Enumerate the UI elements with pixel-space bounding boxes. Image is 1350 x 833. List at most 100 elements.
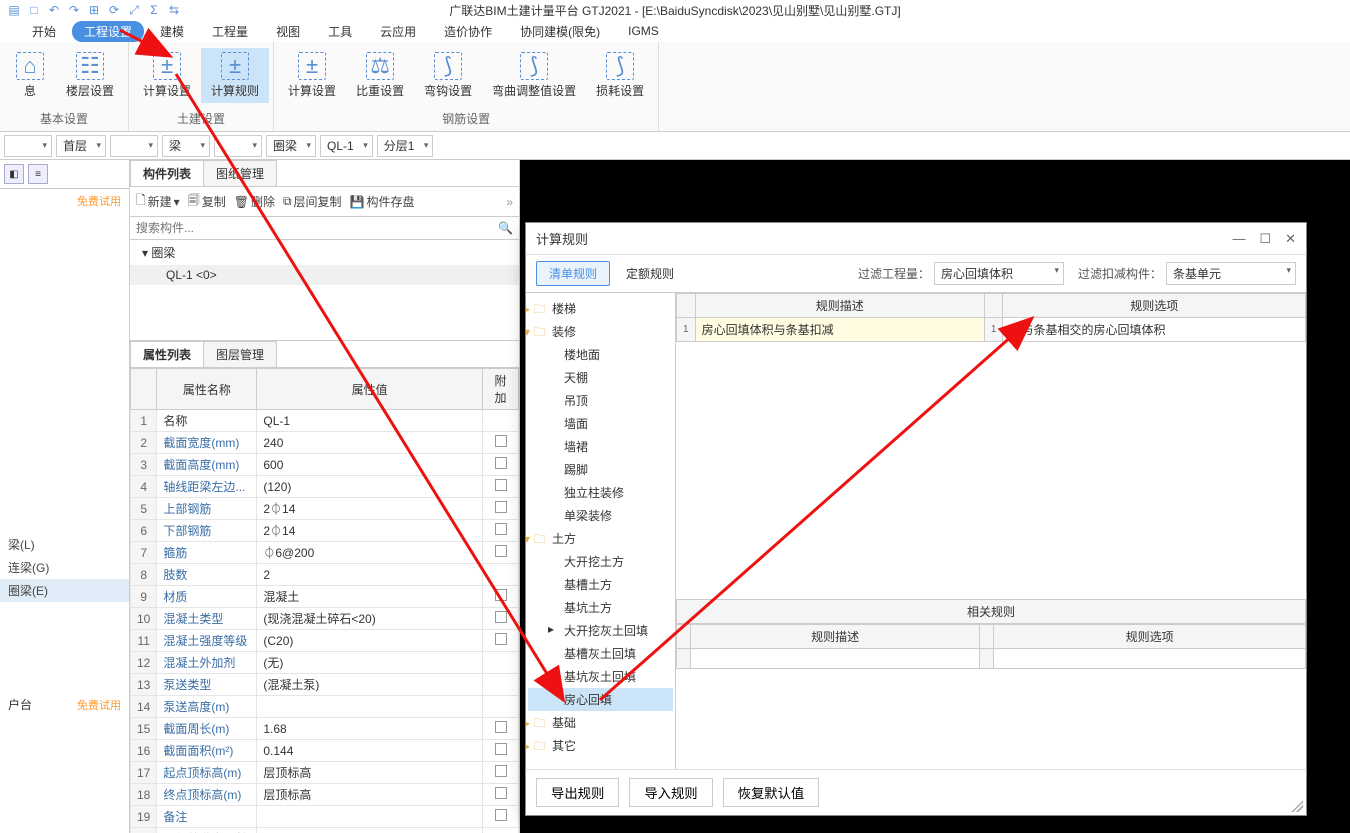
menu-建模[interactable]: 建模 (148, 21, 196, 42)
ribbon-计算规则[interactable]: ±计算规则 (201, 48, 269, 103)
side-category[interactable]: 连梁(G) (0, 556, 129, 579)
checkbox[interactable] (495, 435, 507, 447)
ribbon-比重设置[interactable]: ⚖比重设置 (346, 48, 414, 103)
deduct-select[interactable]: 条基单元 (1166, 262, 1296, 285)
qat-icon[interactable]: ⤢ (126, 2, 142, 18)
tree-item[interactable]: 房心回填 (528, 688, 673, 711)
qat-icon[interactable]: □ (26, 2, 42, 18)
checkbox[interactable] (495, 589, 507, 601)
minimize-icon[interactable]: — (1232, 231, 1245, 247)
property-row[interactable]: 6下部钢筋2⏀14 (131, 520, 519, 542)
menu-视图[interactable]: 视图 (264, 21, 312, 42)
tree-item[interactable]: 墙面 (528, 412, 673, 435)
selector[interactable]: 分层1 (377, 135, 434, 157)
restore-default-button[interactable]: 恢复默认值 (723, 778, 820, 807)
store-button[interactable]: 💾 构件存盘 (350, 193, 415, 210)
qat-icon[interactable]: ▤ (6, 2, 22, 18)
property-row[interactable]: 16截面面积(m²)0.144 (131, 740, 519, 762)
menu-工程设置[interactable]: 工程设置 (72, 21, 144, 42)
property-row[interactable]: 4轴线距梁左边...(120) (131, 476, 519, 498)
tree-item[interactable]: 踢脚 (528, 458, 673, 481)
rule-row[interactable]: 1 房心回填体积与条基扣减 1 扣与条基相交的房心回填体积 (677, 318, 1306, 342)
ribbon-弯钩设置[interactable]: ⟆弯钩设置 (414, 48, 482, 103)
ribbon-息[interactable]: ⌂息 (4, 48, 56, 103)
selector[interactable]: 圈梁 (266, 135, 316, 157)
search-icon[interactable]: 🔍 (498, 221, 513, 235)
menu-协同建模(限免)[interactable]: 协同建模(限免) (508, 21, 612, 42)
new-button[interactable]: 🗋 新建 ▾ (136, 191, 180, 212)
search-input[interactable] (136, 221, 498, 235)
property-row[interactable]: 11混凝土强度等级(C20) (131, 630, 519, 652)
ribbon-计算设置[interactable]: ±计算设置 (133, 48, 201, 103)
tree-item[interactable]: 吊顶 (528, 389, 673, 412)
tree-item[interactable]: 装修 (528, 320, 673, 343)
checkbox[interactable] (495, 743, 507, 755)
checkbox[interactable] (495, 611, 507, 623)
tree-item[interactable]: 楼地面 (528, 343, 673, 366)
tree-item[interactable]: 基础 (528, 711, 673, 734)
qat-icon[interactable]: ↷ (66, 2, 82, 18)
side-item[interactable]: 户台 免费试用 (0, 692, 129, 717)
side-tab-icon[interactable]: ◧ (4, 164, 24, 184)
tree-item[interactable]: ▸大开挖灰土回填 (528, 619, 673, 642)
side-item[interactable]: 免费试用 (0, 189, 129, 213)
tab-list-rules[interactable]: 清单规则 (536, 261, 610, 286)
tab-property-list[interactable]: 属性列表 (130, 341, 204, 367)
property-row[interactable]: 17起点顶标高(m)层顶标高 (131, 762, 519, 784)
resize-grip[interactable] (1291, 800, 1303, 812)
qat-icon[interactable]: ↶ (46, 2, 62, 18)
ribbon-损耗设置[interactable]: ⟆损耗设置 (586, 48, 654, 103)
qat-icon[interactable]: ⊞ (86, 2, 102, 18)
qat-icon[interactable]: ⇆ (166, 2, 182, 18)
selector[interactable]: 首层 (56, 135, 106, 157)
tree-item[interactable]: 基槽灰土回填 (528, 642, 673, 665)
checkbox[interactable] (495, 721, 507, 733)
export-rule-button[interactable]: 导出规则 (536, 778, 619, 807)
property-row[interactable]: 9材质混凝土 (131, 586, 519, 608)
checkbox[interactable] (495, 787, 507, 799)
maximize-icon[interactable]: ☐ (1259, 231, 1271, 247)
selector[interactable]: QL-1 (320, 135, 373, 157)
tree-item[interactable]: 独立柱装修 (528, 481, 673, 504)
tree-parent[interactable]: ▾ 圈梁 (130, 240, 519, 265)
property-row[interactable]: 1名称QL-1 (131, 410, 519, 432)
tree-item[interactable]: 大开挖土方 (528, 550, 673, 573)
tree-item[interactable]: 天棚 (528, 366, 673, 389)
tab-drawing-manage[interactable]: 图纸管理 (203, 160, 277, 186)
qat-icon[interactable]: Σ (146, 2, 162, 18)
property-row[interactable]: 10混凝土类型(现浇混凝土碎石<20) (131, 608, 519, 630)
checkbox[interactable] (495, 523, 507, 535)
property-row[interactable]: 18终点顶标高(m)层顶标高 (131, 784, 519, 806)
property-row[interactable]: 5上部钢筋2⏀14 (131, 498, 519, 520)
selector[interactable] (4, 135, 52, 157)
property-row[interactable]: 20+钢筋业务属性 (131, 828, 519, 833)
tree-item[interactable]: 墙裙 (528, 435, 673, 458)
tree-item[interactable]: 基槽土方 (528, 573, 673, 596)
tree-item[interactable]: 基坑灰土回填 (528, 665, 673, 688)
property-row[interactable]: 15截面周长(m)1.68 (131, 718, 519, 740)
property-row[interactable]: 7箍筋⏀6@200 (131, 542, 519, 564)
tree-item[interactable]: 土方 (528, 527, 673, 550)
menu-IGMS[interactable]: IGMS (616, 22, 671, 40)
tree-child[interactable]: QL-1 <0> (130, 265, 519, 285)
property-row[interactable]: 13泵送类型(混凝土泵) (131, 674, 519, 696)
selector[interactable] (214, 135, 262, 157)
delete-button[interactable]: 🗑 删除 (234, 193, 275, 210)
ribbon-弯曲调整值设置[interactable]: ⟆弯曲调整值设置 (482, 48, 586, 103)
property-row[interactable]: 2截面宽度(mm)240 (131, 432, 519, 454)
checkbox[interactable] (495, 479, 507, 491)
tree-item[interactable]: 单梁装修 (528, 504, 673, 527)
tab-layer-manage[interactable]: 图层管理 (203, 341, 277, 367)
menu-造价协作[interactable]: 造价协作 (432, 21, 504, 42)
tree-item[interactable]: 基坑土方 (528, 596, 673, 619)
checkbox[interactable] (495, 765, 507, 777)
side-tab-icon[interactable]: ≡ (28, 164, 48, 184)
property-row[interactable]: 8肢数2 (131, 564, 519, 586)
layer-copy-button[interactable]: ⧉ 层间复制 (283, 193, 342, 210)
side-category[interactable]: 圈梁(E) (0, 579, 129, 602)
selector[interactable] (110, 135, 158, 157)
property-row[interactable]: 3截面高度(mm)600 (131, 454, 519, 476)
tree-item[interactable]: 其它 (528, 734, 673, 757)
property-row[interactable]: 12混凝土外加剂(无) (131, 652, 519, 674)
tree-item[interactable]: 楼梯 (528, 297, 673, 320)
